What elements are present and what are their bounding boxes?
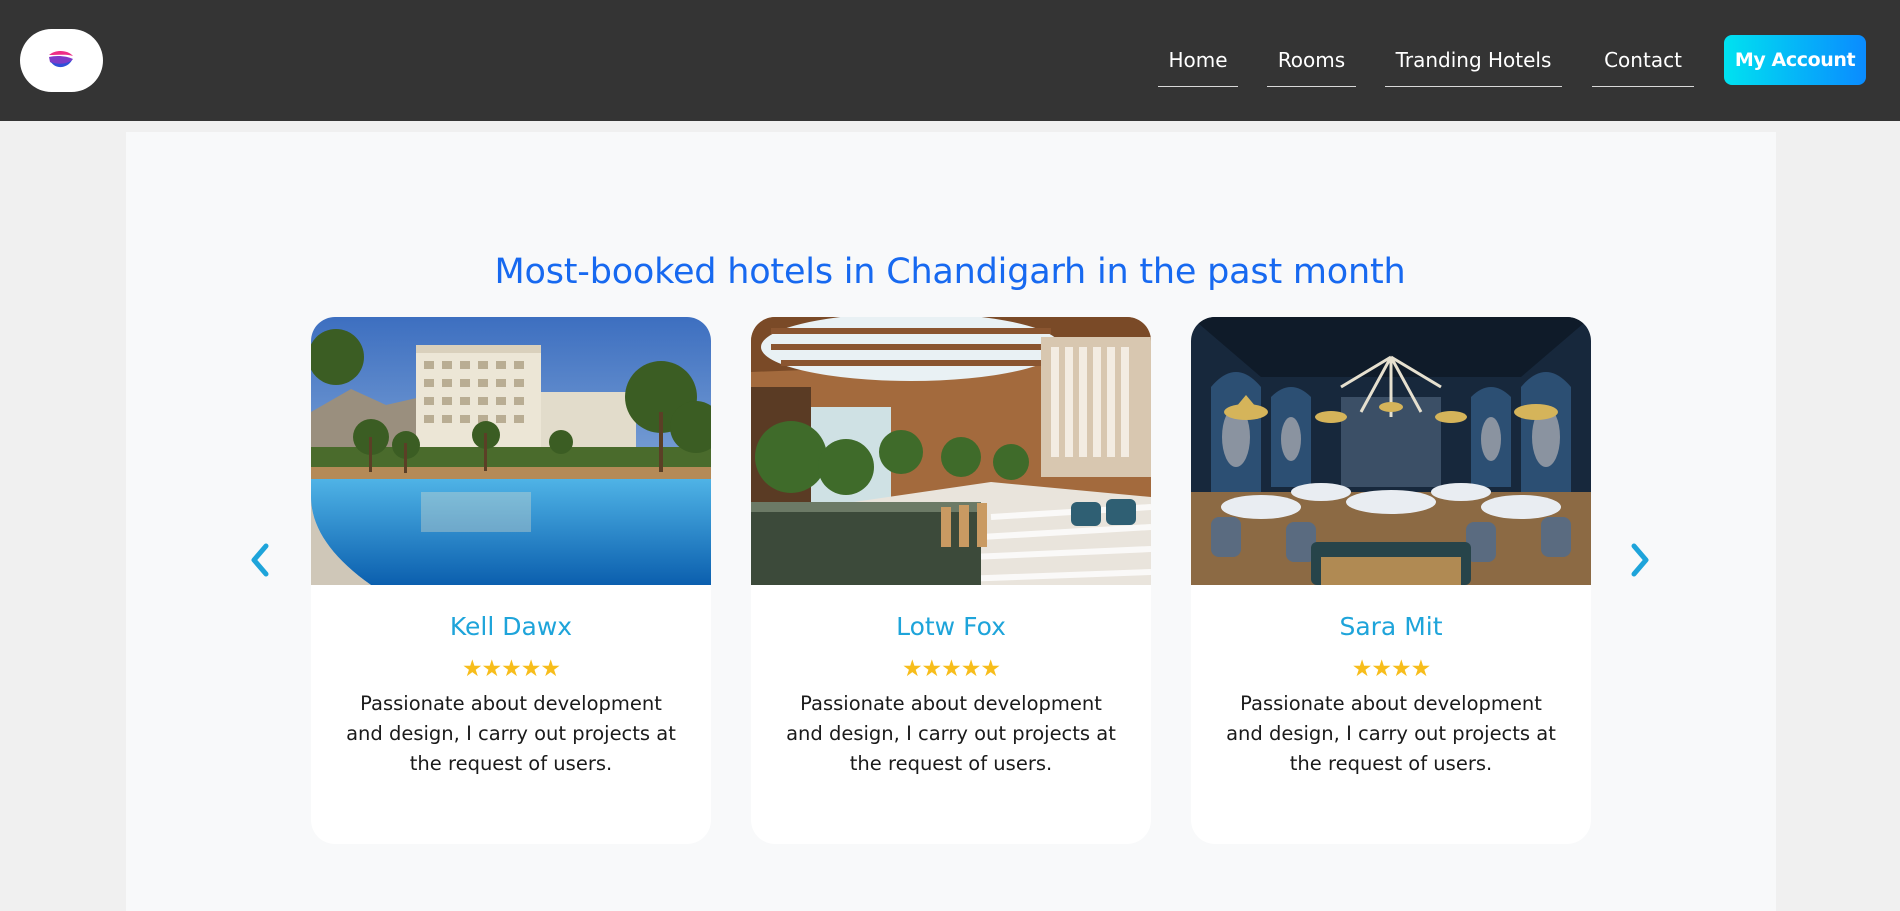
hotel-image-resort-pool [311, 317, 711, 585]
hotel-card[interactable]: Sara Mit ★★★★ Passionate about developme… [1191, 317, 1591, 844]
star-rating: ★★★★★ [901, 656, 1001, 682]
star-rating: ★★★★★ [461, 656, 561, 682]
star-rating: ★★★★ [1351, 656, 1431, 682]
hotel-image-atrium-lounge [751, 317, 1151, 585]
hotel-image-dining-room [1191, 317, 1591, 585]
section-title: Most-booked hotels in Chandigarh in the … [494, 252, 1406, 292]
hotel-description: Passionate about development and design,… [346, 692, 676, 775]
hotel-description: Passionate about development and design,… [1226, 692, 1556, 775]
nav-link-home[interactable]: Home [1158, 40, 1238, 87]
hotel-name[interactable]: Lotw Fox [751, 612, 1151, 641]
hotel-card[interactable]: Lotw Fox ★★★★★ Passionate about developm… [751, 317, 1151, 844]
hotel-name[interactable]: Kell Dawx [311, 612, 711, 641]
hotel-card[interactable]: Kell Dawx ★★★★★ Passionate about develop… [311, 317, 711, 844]
carousel-next-button[interactable] [1624, 540, 1656, 580]
chevron-right-icon [1631, 543, 1649, 577]
brand-logo[interactable] [20, 29, 103, 92]
nav-link-rooms[interactable]: Rooms [1267, 40, 1356, 87]
hotel-name[interactable]: Sara Mit [1191, 612, 1591, 641]
nav-link-tranding-hotels[interactable]: Tranding Hotels [1385, 40, 1562, 87]
nav-link-contact[interactable]: Contact [1592, 40, 1694, 87]
hotel-description: Passionate about development and design,… [786, 692, 1116, 775]
my-account-button[interactable]: My Account [1724, 35, 1866, 85]
brand-logo-icon [49, 50, 73, 68]
top-navbar: Home Rooms Tranding Hotels Contact My Ac… [0, 0, 1900, 121]
carousel-prev-button[interactable] [244, 540, 276, 580]
chevron-left-icon [251, 543, 269, 577]
